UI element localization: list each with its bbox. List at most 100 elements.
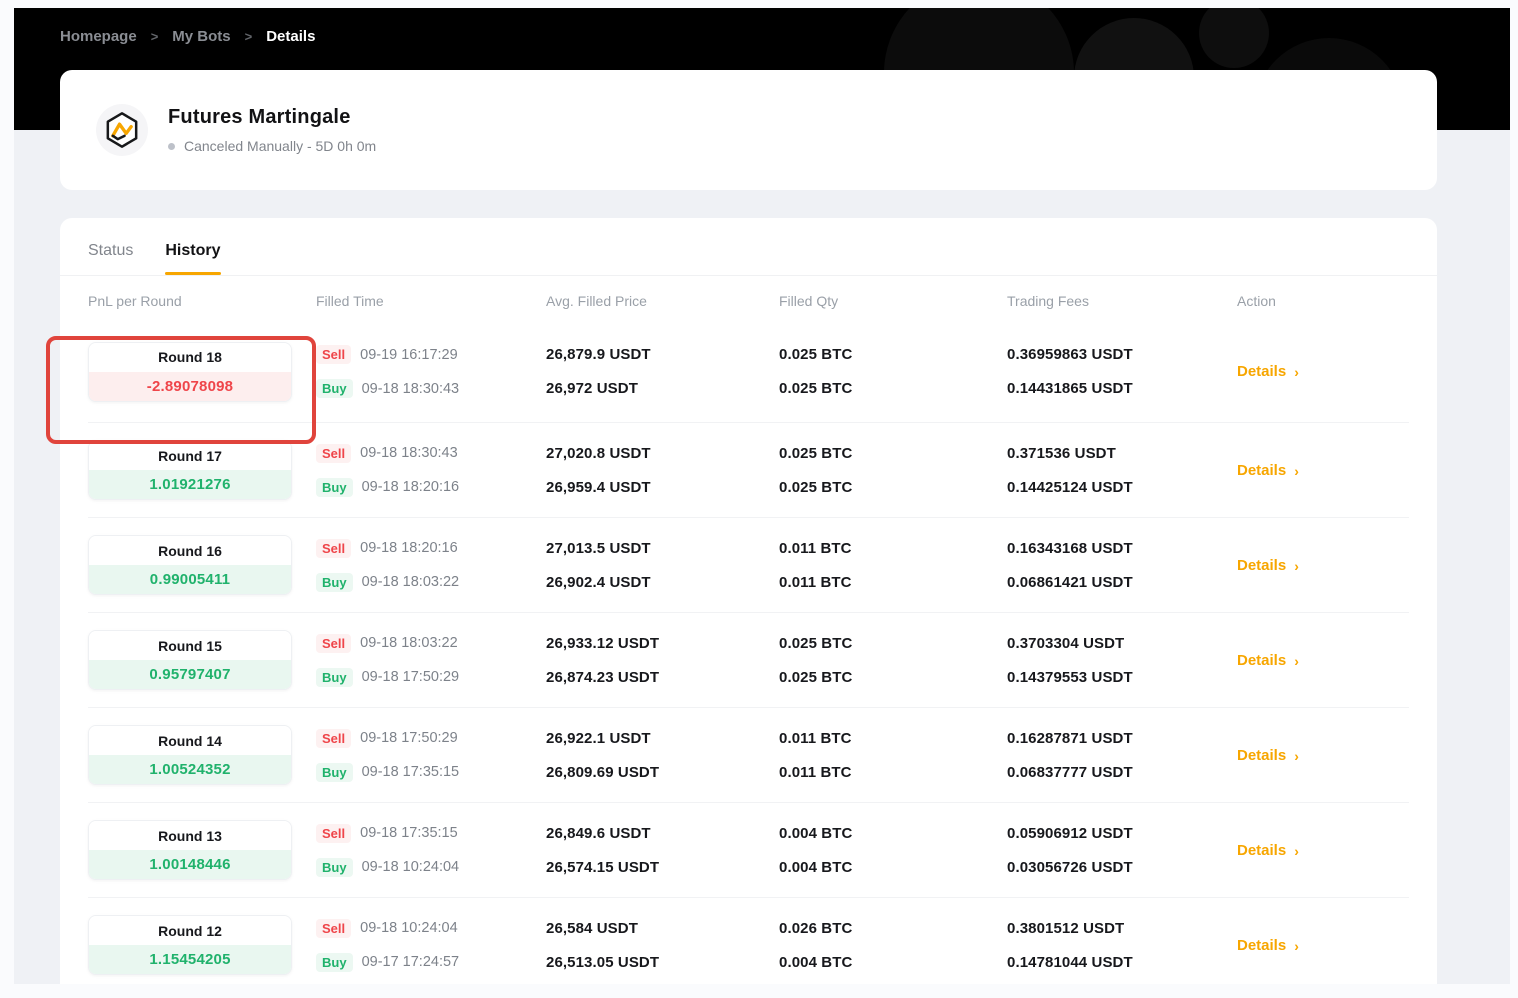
pnl-round-card: Round 150.95797407 (88, 630, 292, 690)
buy-filled-time: 09-18 17:35:15 (362, 764, 460, 780)
chevron-right-icon: > (245, 29, 253, 44)
chevron-right-icon: › (1294, 653, 1299, 669)
buy-trading-fee: 0.14425124 USDT (1007, 479, 1133, 496)
buy-trading-fee: 0.14431865 USDT (1007, 380, 1133, 397)
table-row: Round 171.01921276Sell09-18 18:30:43Buy0… (88, 423, 1409, 518)
buy-filled-qty: 0.004 BTC (779, 859, 852, 876)
bot-status-row: Canceled Manually - 5D 0h 0m (168, 138, 376, 154)
breadcrumb-my-bots[interactable]: My Bots (172, 28, 230, 45)
sell-filled-qty: 0.025 BTC (779, 445, 852, 462)
chevron-right-icon: > (151, 29, 159, 44)
status-dot (168, 143, 175, 150)
details-link[interactable]: Details› (1237, 937, 1409, 954)
sell-badge: Sell (316, 729, 351, 748)
buy-trading-fee: 0.03056726 USDT (1007, 859, 1133, 876)
bot-status-text: Canceled Manually - 5D 0h 0m (184, 138, 376, 154)
buy-filled-qty: 0.011 BTC (779, 574, 852, 591)
sell-filled-time: 09-18 10:24:04 (360, 920, 458, 936)
table-header-row: PnL per Round Filled Time Avg. Filled Pr… (88, 276, 1409, 321)
round-label: Round 14 (89, 726, 291, 755)
table-row: Round 121.15454205 Sell 09-18 10:24:04 Buy 0… (88, 898, 1409, 984)
decorative-illustration (1199, 8, 1269, 68)
app-viewport: Homepage > My Bots > Details Futures Mar… (14, 8, 1510, 984)
sell-avg-filled-price: 26,879.9 USDT (546, 346, 651, 363)
sell-badge: Sell (316, 345, 351, 364)
sell-trading-fee: 0.371536 USDT (1007, 445, 1116, 462)
breadcrumb-homepage[interactable]: Homepage (60, 28, 137, 45)
buy-badge: Buy (316, 379, 353, 398)
tab-history[interactable]: History (165, 242, 220, 275)
buy-filled-time: 09-18 18:20:16 (362, 479, 460, 495)
pnl-value: 1.00524352 (89, 755, 291, 784)
chevron-right-icon: › (1294, 558, 1299, 574)
buy-trading-fee: 0.14379553 USDT (1007, 669, 1133, 686)
buy-filled-qty: 0.025 BTC (779, 380, 852, 397)
details-link[interactable]: Details › (1237, 557, 1409, 574)
table-row: Round 150.95797407Sell09-18 18:03:22Buy0… (88, 613, 1409, 708)
chevron-right-icon: › (1294, 748, 1299, 764)
details-link[interactable]: Details› (1237, 363, 1409, 380)
buy-filled-time: 09-17 17:24:57 (362, 954, 460, 970)
chevron-right-icon: › (1294, 463, 1299, 479)
round-label: Round 17 (89, 441, 291, 470)
buy-filled-qty: 0.011 BTC (779, 764, 852, 781)
sell-filled-time: 09-18 18:20:16 (360, 540, 458, 556)
pnl-round-card: Round 121.15454205 (88, 915, 292, 975)
details-link[interactable]: Details› (1237, 462, 1409, 479)
buy-avg-filled-price: 26,902.4 USDT (546, 574, 651, 591)
sell-avg-filled-price: 27,020.8 USDT (546, 445, 651, 462)
pnl-round-card: Round 160.99005411 (88, 535, 292, 595)
details-link-label: Details (1237, 363, 1286, 380)
details-link[interactable]: Details› (1237, 652, 1409, 669)
sell-badge: Sell (316, 634, 351, 653)
buy-trading-fee: 0.14781044 USDT (1007, 954, 1133, 971)
pnl-round-card: Round 171.01921276 (88, 440, 292, 500)
details-link[interactable]: Details› (1237, 747, 1409, 764)
buy-avg-filled-price: 26,874.23 USDT (546, 669, 659, 686)
sell-badge: Sell (316, 824, 351, 843)
col-header-fees: Trading Fees (1007, 293, 1237, 309)
details-link-label: Details (1237, 937, 1286, 954)
sell-avg-filled-price: 26,849.6 USDT (546, 825, 651, 842)
sell-badge: Sell (316, 444, 351, 463)
pnl-value: 0.99005411 (89, 565, 291, 594)
tab-bar: Status History (60, 218, 1437, 275)
tab-status[interactable]: Status (88, 242, 133, 275)
sell-avg-filled-price: 27,013.5 USDT (546, 540, 651, 557)
buy-avg-filled-price: 26,809.69 USDT (546, 764, 659, 781)
sell-filled-time: 09-18 18:03:22 (360, 635, 458, 651)
sell-trading-fee: 0.05906912 USDT (1007, 825, 1133, 842)
sell-filled-qty: 0.011 BTC (779, 730, 852, 747)
buy-filled-time: 09-18 17:50:29 (362, 669, 460, 685)
buy-avg-filled-price: 26,513.05 USDT (546, 954, 659, 971)
col-header-qty: Filled Qty (779, 293, 1007, 309)
col-header-price: Avg. Filled Price (546, 293, 779, 309)
sell-trading-fee: 0.16287871 USDT (1007, 730, 1133, 747)
history-table: PnL per Round Filled Time Avg. Filled Pr… (60, 276, 1437, 984)
round-label: Round 12 (89, 916, 291, 945)
sell-filled-qty: 0.025 BTC (779, 346, 852, 363)
details-link[interactable]: Details› (1237, 842, 1409, 859)
sell-filled-time: 09-18 17:50:29 (360, 730, 458, 746)
sell-filled-time: 09-19 16:17:29 (360, 347, 458, 363)
sell-filled-time: 09-18 17:35:15 (360, 825, 458, 841)
details-link-label: Details (1237, 557, 1286, 574)
buy-badge: Buy (316, 953, 353, 972)
buy-avg-filled-price: 26,574.15 USDT (546, 859, 659, 876)
sell-trading-fee: 0.3703304 USDT (1007, 635, 1124, 652)
pnl-value: 1.00148446 (89, 850, 291, 879)
buy-filled-qty: 0.025 BTC (779, 669, 852, 686)
buy-filled-qty: 0.025 BTC (779, 479, 852, 496)
round-label: Round 13 (89, 821, 291, 850)
breadcrumb: Homepage > My Bots > Details (60, 28, 315, 45)
table-row: Round 131.00148446Sell09-18 17:35:15Buy0… (88, 803, 1409, 898)
sell-filled-qty: 0.004 BTC (779, 825, 852, 842)
sell-badge: Sell (316, 919, 351, 938)
pnl-round-card: Round 141.00524352 (88, 725, 292, 785)
bot-meta: Futures Martingale Canceled Manually - 5… (168, 106, 376, 154)
pnl-value: -2.89078098 (89, 372, 291, 401)
sell-filled-qty: 0.011 BTC (779, 540, 852, 557)
sell-badge: Sell (316, 539, 351, 558)
col-header-action: Action (1237, 293, 1409, 309)
table-body: Round 18-2.89078098Sell09-19 16:17:29Buy… (88, 321, 1409, 984)
